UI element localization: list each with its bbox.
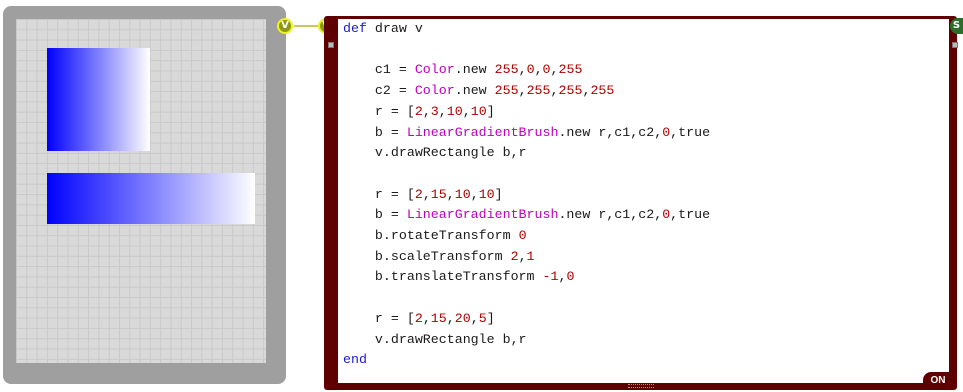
code-text[interactable]: def draw v c1 = Color.new 255,0,0,255 c2… xyxy=(343,19,710,371)
resize-grip-left[interactable] xyxy=(328,42,334,48)
code-token: , xyxy=(438,103,447,119)
code-token: 1 xyxy=(526,248,535,264)
code-token: .new xyxy=(454,83,495,99)
code-token: Color xyxy=(414,62,455,78)
code-line: v.drawRectangle b,r xyxy=(343,330,710,351)
side-connector-badge[interactable]: S xyxy=(950,18,963,34)
code-token: 255 xyxy=(590,83,615,99)
code-token: b = xyxy=(343,207,407,223)
code-token: 0 xyxy=(566,269,575,285)
code-line: r = [2,15,20,5] xyxy=(343,309,710,330)
code-line: b.translateTransform -1,0 xyxy=(343,267,710,288)
code-line: b.scaleTransform 2,1 xyxy=(343,247,710,268)
code-line: r = [2,15,10,10] xyxy=(343,185,710,206)
code-token: 255 xyxy=(558,83,583,99)
code-token: 255 xyxy=(526,83,551,99)
code-line: c2 = Color.new 255,255,255,255 xyxy=(343,81,710,102)
code-token: , xyxy=(462,103,471,119)
code-token: 15 xyxy=(430,310,447,326)
code-token: b = xyxy=(343,124,407,140)
code-token: Color xyxy=(414,83,455,99)
code-token: v.drawRectangle b,r xyxy=(343,145,527,161)
code-token: b.translateTransform xyxy=(343,269,543,285)
code-token: r = [ xyxy=(343,186,415,202)
code-token: , xyxy=(518,62,527,78)
gradient-rectangle-1 xyxy=(47,48,150,151)
code-token: LinearGradientBrush xyxy=(406,124,559,140)
code-token: 15 xyxy=(430,186,447,202)
code-token: 0 xyxy=(518,228,527,244)
code-token: c2 = xyxy=(343,83,415,99)
code-token: 10 xyxy=(478,186,495,202)
bottom-resize-handle[interactable] xyxy=(628,384,654,388)
code-token: ,true xyxy=(670,207,711,223)
code-token: , xyxy=(422,103,431,119)
code-token: 3 xyxy=(430,103,439,119)
resize-grip-right[interactable] xyxy=(952,42,958,48)
code-token: 2 xyxy=(414,103,423,119)
code-token: ] xyxy=(494,186,503,202)
code-line: b = LinearGradientBrush.new r,c1,c2,0,tr… xyxy=(343,205,710,226)
gradient-rectangle-2 xyxy=(47,173,255,224)
code-token: v.drawRectangle b,r xyxy=(343,331,527,347)
code-token: 2 xyxy=(510,248,519,264)
code-token: 0 xyxy=(662,124,671,140)
connector-line xyxy=(294,25,318,27)
code-token: r = [ xyxy=(343,310,415,326)
code-token: ] xyxy=(486,103,495,119)
code-token: ,true xyxy=(670,124,711,140)
code-token: end xyxy=(343,352,367,368)
code-token: r = [ xyxy=(343,103,415,119)
code-line: end xyxy=(343,350,710,371)
canvas-grid xyxy=(16,19,266,363)
code-token: def xyxy=(343,21,367,36)
code-token: , xyxy=(470,186,479,202)
code-token: 10 xyxy=(454,186,471,202)
code-token: c1 = xyxy=(343,62,415,78)
code-token: 5 xyxy=(478,310,487,326)
code-token: 2 xyxy=(414,186,423,202)
code-token: LinearGradientBrush xyxy=(406,207,559,223)
code-token: , xyxy=(534,62,543,78)
code-token: , xyxy=(422,310,431,326)
code-token: , xyxy=(446,186,455,202)
code-token: .new r,c1,c2, xyxy=(558,124,663,140)
code-token: b.scaleTransform xyxy=(343,248,511,264)
code-token: 255 xyxy=(494,83,519,99)
code-line: b = LinearGradientBrush.new r,c1,c2,0,tr… xyxy=(343,123,710,144)
code-token: , xyxy=(446,310,455,326)
code-token: .new xyxy=(454,62,495,78)
code-line: c1 = Color.new 255,0,0,255 xyxy=(343,60,710,81)
code-token: , xyxy=(470,310,479,326)
code-token: draw v xyxy=(366,21,423,36)
code-token: 0 xyxy=(542,62,551,78)
code-line: def draw v xyxy=(343,19,710,40)
code-token: -1 xyxy=(542,269,559,285)
code-line: r = [2,3,10,10] xyxy=(343,102,710,123)
output-connector-badge[interactable]: V xyxy=(277,18,293,34)
code-token: 10 xyxy=(446,103,463,119)
code-line: v.drawRectangle b,r xyxy=(343,143,710,164)
code-token: ] xyxy=(486,310,495,326)
code-token: , xyxy=(518,83,527,99)
code-token: 0 xyxy=(526,62,535,78)
code-token: 255 xyxy=(558,62,583,78)
code-token: b.rotateTransform xyxy=(343,228,519,244)
code-line: b.rotateTransform 0 xyxy=(343,226,710,247)
code-token: , xyxy=(550,62,559,78)
code-token: 0 xyxy=(662,207,671,223)
code-token: 20 xyxy=(454,310,471,326)
code-token: , xyxy=(422,186,431,202)
code-token: , xyxy=(550,83,559,99)
code-token: 255 xyxy=(494,62,519,78)
code-token: 10 xyxy=(470,103,487,119)
code-token: .new r,c1,c2, xyxy=(558,207,663,223)
code-token: , xyxy=(518,248,527,264)
canvas-preview-panel xyxy=(3,6,286,384)
on-toggle[interactable]: ON xyxy=(923,372,953,390)
code-token: 2 xyxy=(414,310,423,326)
